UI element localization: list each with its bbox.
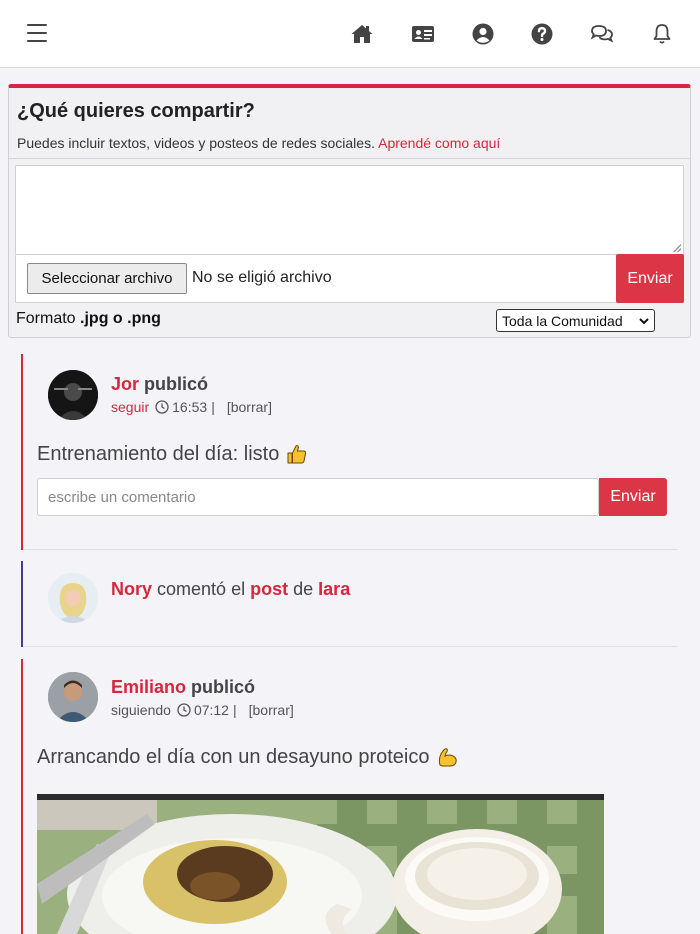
home-icon[interactable] bbox=[350, 22, 374, 46]
format-prefix: Formato bbox=[16, 310, 76, 327]
activity-actor[interactable]: Nory bbox=[111, 579, 152, 599]
activity-object[interactable]: post bbox=[250, 579, 288, 599]
flexed-biceps-icon bbox=[438, 748, 457, 767]
post-verb: publicó bbox=[191, 677, 256, 697]
resize-grip-icon[interactable] bbox=[673, 244, 681, 252]
post-text-value: Entrenamiento del día: listo bbox=[37, 442, 280, 465]
menu-icon[interactable] bbox=[27, 24, 47, 42]
avatar[interactable] bbox=[48, 370, 98, 420]
clock-icon bbox=[177, 703, 191, 717]
chat-icon[interactable] bbox=[590, 22, 614, 46]
activity-item: Nory comentó el post de Iara bbox=[21, 561, 678, 647]
post-author-line: Jor publicó bbox=[111, 374, 208, 395]
breakfast-photo bbox=[37, 794, 604, 934]
composer-subtitle: Puedes incluir textos, videos y posteos … bbox=[17, 135, 500, 151]
post-photo[interactable] bbox=[37, 794, 604, 934]
post-text-value: Arrancando el día con un desayuno protei… bbox=[37, 745, 430, 768]
post-verb: publicó bbox=[144, 374, 209, 394]
follow-link[interactable]: seguir bbox=[111, 399, 149, 415]
audience-select[interactable]: Toda la Comunidad bbox=[496, 309, 655, 332]
composer-subtitle-text: Puedes incluir textos, videos y posteos … bbox=[17, 135, 375, 151]
send-comment-button[interactable]: Enviar bbox=[599, 478, 667, 516]
audience-selected: Toda la Comunidad bbox=[502, 312, 623, 329]
file-status: No se eligió archivo bbox=[192, 269, 332, 286]
help-icon[interactable] bbox=[530, 22, 554, 46]
meta-separator: | bbox=[232, 702, 237, 718]
id-card-icon[interactable] bbox=[411, 22, 435, 46]
post-text: Entrenamiento del día: listo bbox=[37, 442, 309, 466]
post-author-line: Emiliano publicó bbox=[111, 677, 255, 698]
activity-line: Nory comentó el post de Iara bbox=[111, 579, 350, 600]
post-meta: seguir 16:53 | [borrar] bbox=[111, 399, 272, 415]
chevron-down-icon bbox=[639, 318, 649, 325]
help-link[interactable]: Aprendé como aquí bbox=[378, 135, 500, 151]
activity-preposition: de bbox=[293, 579, 314, 599]
top-navbar bbox=[0, 0, 700, 68]
author-name[interactable]: Emiliano bbox=[111, 677, 186, 697]
post-meta: siguiendo 07:12 | [borrar] bbox=[111, 702, 294, 718]
feed-post: Emiliano publicó siguiendo 07:12 | [borr… bbox=[21, 659, 676, 934]
clock-icon bbox=[155, 400, 169, 414]
avatar[interactable] bbox=[48, 672, 98, 722]
user-circle-icon[interactable] bbox=[471, 22, 495, 46]
activity-target[interactable]: Iara bbox=[318, 579, 350, 599]
activity-verb: comentó el bbox=[157, 579, 246, 599]
meta-separator: | bbox=[211, 399, 215, 415]
delete-link[interactable]: [borrar] bbox=[227, 399, 272, 415]
comment-input[interactable]: escribe un comentario bbox=[37, 478, 599, 516]
composer-divider bbox=[9, 158, 690, 159]
post-time: 16:53 bbox=[172, 399, 208, 415]
following-link[interactable]: siguiendo bbox=[111, 702, 171, 718]
format-value: .jpg o .png bbox=[80, 310, 161, 327]
author-name[interactable]: Jor bbox=[111, 374, 139, 394]
post-composer: ¿Qué quieres compartir? Puedes incluir t… bbox=[8, 84, 691, 338]
bell-icon[interactable] bbox=[650, 22, 674, 46]
delete-link[interactable]: [borrar] bbox=[249, 702, 294, 718]
comment-placeholder: escribe un comentario bbox=[48, 488, 196, 506]
composer-title: ¿Qué quieres compartir? bbox=[17, 100, 255, 122]
avatar[interactable] bbox=[48, 573, 98, 623]
file-upload-row: Seleccionar archivo No se eligió archivo… bbox=[15, 254, 684, 303]
send-post-button[interactable]: Enviar bbox=[616, 254, 684, 303]
select-file-button[interactable]: Seleccionar archivo bbox=[27, 263, 187, 294]
post-textarea[interactable] bbox=[15, 165, 684, 255]
format-hint: Formato .jpg o .png bbox=[16, 310, 161, 328]
thumbs-up-icon bbox=[287, 445, 307, 464]
post-time: 07:12 bbox=[193, 702, 229, 718]
feed-post: Jor publicó seguir 16:53 | [borrar] Entr… bbox=[21, 354, 678, 550]
post-text: Arrancando el día con un desayuno protei… bbox=[37, 745, 460, 769]
